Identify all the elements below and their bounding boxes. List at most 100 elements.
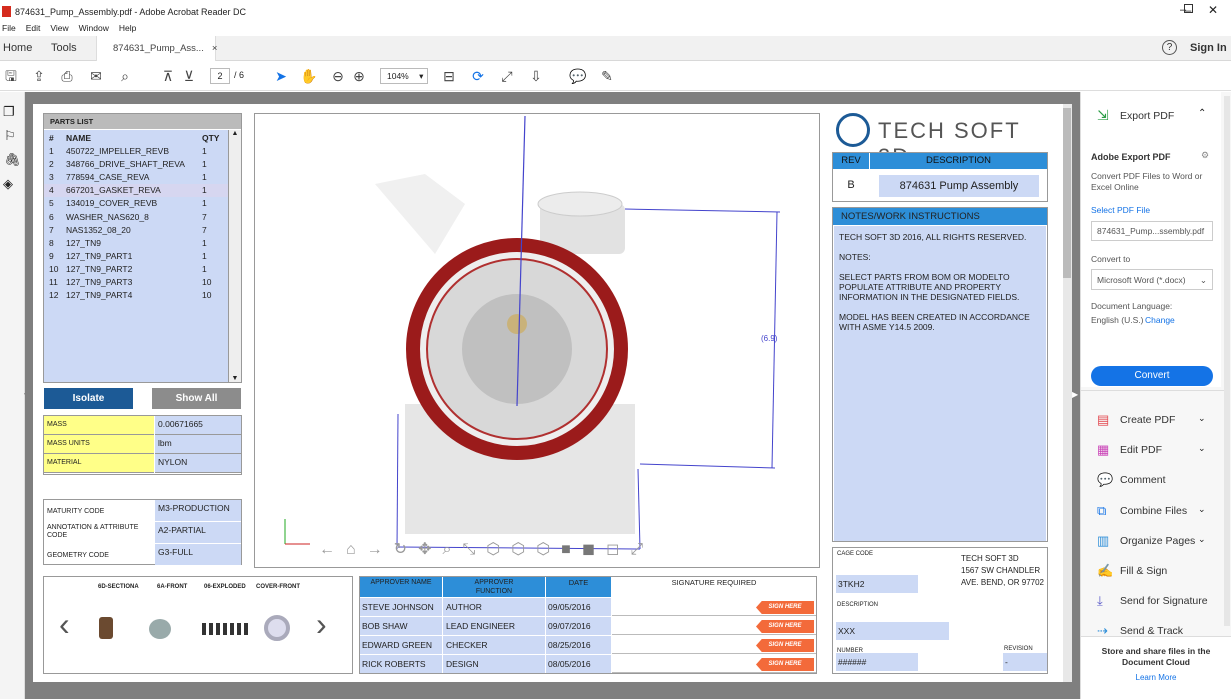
zoom-out-icon[interactable]: ⊖ <box>329 67 347 85</box>
cover-thumbnail[interactable] <box>264 615 290 641</box>
pan-icon[interactable]: ✥ <box>418 541 442 558</box>
send-signature-icon[interactable]: ⤓ <box>1097 593 1103 609</box>
table-row[interactable]: 1 450722_IMPELLER_REVB 1 <box>44 145 228 158</box>
selected-file-field[interactable]: 874631_Pump...ssembly.pdf <box>1091 221 1213 241</box>
exploded-thumbnail[interactable] <box>202 623 250 635</box>
collapse-export-icon[interactable]: ⌃ <box>1198 108 1206 119</box>
table-row[interactable]: 4 667201_GASKET_REVA 1 <box>44 184 228 198</box>
shaded-icon[interactable]: ◼ <box>582 541 606 558</box>
cube-iso-icon[interactable]: ⬡ <box>536 541 561 558</box>
menu-help[interactable]: Help <box>119 23 136 36</box>
email-icon[interactable]: ✉ <box>87 67 105 85</box>
tool-item[interactable]: Organize Pages <box>1120 535 1195 547</box>
3d-model-viewer[interactable]: (6.9) ←⌂→↻✥⌕⤡⬡⬡⬡■◼◻⤢ <box>254 113 820 568</box>
scroll-mode-icon[interactable]: ⇩ <box>527 67 545 85</box>
search-icon[interactable]: ⌕ <box>116 67 134 85</box>
select-pdf-link[interactable]: Select PDF File <box>1091 205 1150 215</box>
scroll-up-icon[interactable]: ▲ <box>229 130 241 137</box>
prev-view-icon[interactable]: ‹ <box>59 607 70 641</box>
table-row[interactable]: 7 NAS1352_08_20 7 <box>44 224 228 237</box>
highlight-pen-icon[interactable]: ✎ <box>598 67 616 85</box>
expand-icon[interactable]: ⤢ <box>630 541 654 558</box>
fit-page-icon[interactable]: ⊟ <box>440 67 458 85</box>
help-icon[interactable]: ? <box>1162 40 1177 55</box>
rotate-view-icon[interactable]: ↻ <box>394 541 418 558</box>
create-pdf-icon[interactable]: ▤ <box>1097 412 1109 428</box>
print-icon[interactable]: ⎙ <box>58 67 76 85</box>
expand-tool-icon[interactable]: ⌄ <box>1198 534 1206 545</box>
solid-icon[interactable]: ■ <box>561 541 582 558</box>
back-icon[interactable]: ← <box>319 541 346 558</box>
prev-page-icon[interactable]: ⊼ <box>159 67 177 85</box>
sign-here-button[interactable]: SIGN HERE <box>756 658 814 671</box>
expand-tool-icon[interactable]: ⌄ <box>1198 443 1206 454</box>
expand-tool-icon[interactable]: ⌄ <box>1198 413 1206 424</box>
close-tab-icon[interactable]: × <box>212 43 218 54</box>
close-button[interactable]: ✕ <box>1208 3 1218 17</box>
table-row[interactable]: 5 134019_COVER_REVB 1 <box>44 197 228 210</box>
select-tool-icon[interactable]: ➤ <box>272 67 290 85</box>
cube-front-icon[interactable]: ⬡ <box>486 541 511 558</box>
view-label-front[interactable]: 6A-FRONT <box>157 584 187 590</box>
section-thumbnail[interactable] <box>99 617 113 639</box>
export-settings-icon[interactable]: ⚙ <box>1201 150 1209 161</box>
pages-icon[interactable]: ❐ <box>3 104 15 120</box>
upload-icon[interactable]: ⇪ <box>30 67 48 85</box>
tool-item[interactable]: Edit PDF <box>1120 444 1162 456</box>
comment-icon[interactable]: 💬 <box>569 67 587 85</box>
tab-document[interactable]: 874631_Pump_Ass... × <box>96 36 218 61</box>
parts-scrollbar[interactable]: ▲ ▼ <box>228 130 241 382</box>
tool-item[interactable]: Comment <box>1120 474 1166 486</box>
menu-file[interactable]: File <box>2 23 16 36</box>
rotate-icon[interactable]: ⟳ <box>469 67 487 85</box>
bookmark-icon[interactable]: ⚐ <box>4 128 16 144</box>
home-icon[interactable]: ⌂ <box>346 541 367 558</box>
view-label-cover[interactable]: COVER-FRONT <box>256 584 300 590</box>
change-language-link[interactable]: Change <box>1145 315 1175 325</box>
menu-edit[interactable]: Edit <box>26 23 41 36</box>
tool-item[interactable]: Combine Files <box>1120 505 1187 517</box>
tab-tools[interactable]: Tools <box>51 42 77 54</box>
comment-icon[interactable]: 💬 <box>1097 472 1113 488</box>
cube-top-icon[interactable]: ⬡ <box>511 541 536 558</box>
fit-view-icon[interactable]: ⤡ <box>462 541 486 558</box>
hand-tool-icon[interactable]: ✋ <box>300 67 318 85</box>
attachment-icon[interactable]: 🖇 <box>4 152 21 168</box>
sign-in-link[interactable]: Sign In <box>1190 42 1227 54</box>
forward-icon[interactable]: → <box>367 541 394 558</box>
zoom-in-icon[interactable]: ⊕ <box>350 67 368 85</box>
table-row[interactable]: 12 127_TN9_PART4 10 <box>44 289 228 302</box>
isolate-button[interactable]: Isolate <box>44 388 133 409</box>
format-select[interactable]: Microsoft Word (*.docx) ⌄ <box>1091 269 1213 290</box>
export-pdf-title[interactable]: Export PDF <box>1120 110 1174 122</box>
table-row[interactable]: 2 348766_DRIVE_SHAFT_REVA 1 <box>44 158 228 171</box>
table-row[interactable]: 11 127_TN9_PART3 10 <box>44 276 228 289</box>
fill-sign-icon[interactable]: ✍ <box>1097 563 1113 579</box>
sign-here-button[interactable]: SIGN HERE <box>756 601 814 614</box>
table-row[interactable]: 3 778594_CASE_REVA 1 <box>44 171 228 184</box>
table-row[interactable]: 6 WASHER_NAS620_8 7 <box>44 211 228 224</box>
export-pdf-icon[interactable]: ⇲ <box>1097 107 1112 123</box>
vertical-scrollbar[interactable] <box>1062 104 1072 682</box>
save-icon[interactable]: 🖫 <box>2 67 20 85</box>
tab-home[interactable]: Home <box>3 42 32 54</box>
zoom-view-icon[interactable]: ⌕ <box>442 541 462 558</box>
tool-item[interactable]: Create PDF <box>1120 414 1175 426</box>
tool-item[interactable]: Send for Signature <box>1120 595 1208 607</box>
next-view-icon[interactable]: › <box>316 607 327 641</box>
table-row[interactable]: 9 127_TN9_PART1 1 <box>44 250 228 263</box>
view-label-exploded[interactable]: 06-EXPLODED <box>204 584 246 590</box>
scroll-down-icon[interactable]: ▼ <box>229 375 241 382</box>
next-page-icon[interactable]: ⊻ <box>180 67 198 85</box>
fullscreen-icon[interactable]: ⤢ <box>498 67 516 85</box>
organize-pages-icon[interactable]: ▥ <box>1097 533 1109 549</box>
menu-window[interactable]: Window <box>79 23 109 36</box>
viewer-toolbar[interactable]: ←⌂→↻✥⌕⤡⬡⬡⬡■◼◻⤢ <box>319 539 654 559</box>
learn-more-link[interactable]: Learn More <box>1081 673 1231 682</box>
expand-tool-icon[interactable]: ⌄ <box>1198 504 1206 515</box>
front-thumbnail[interactable] <box>149 619 171 639</box>
edit-pdf-icon[interactable]: ▦ <box>1097 442 1109 458</box>
menu-view[interactable]: View <box>50 23 68 36</box>
wireframe-icon[interactable]: ◻ <box>606 541 630 558</box>
tool-item[interactable]: Fill & Sign <box>1120 565 1167 577</box>
